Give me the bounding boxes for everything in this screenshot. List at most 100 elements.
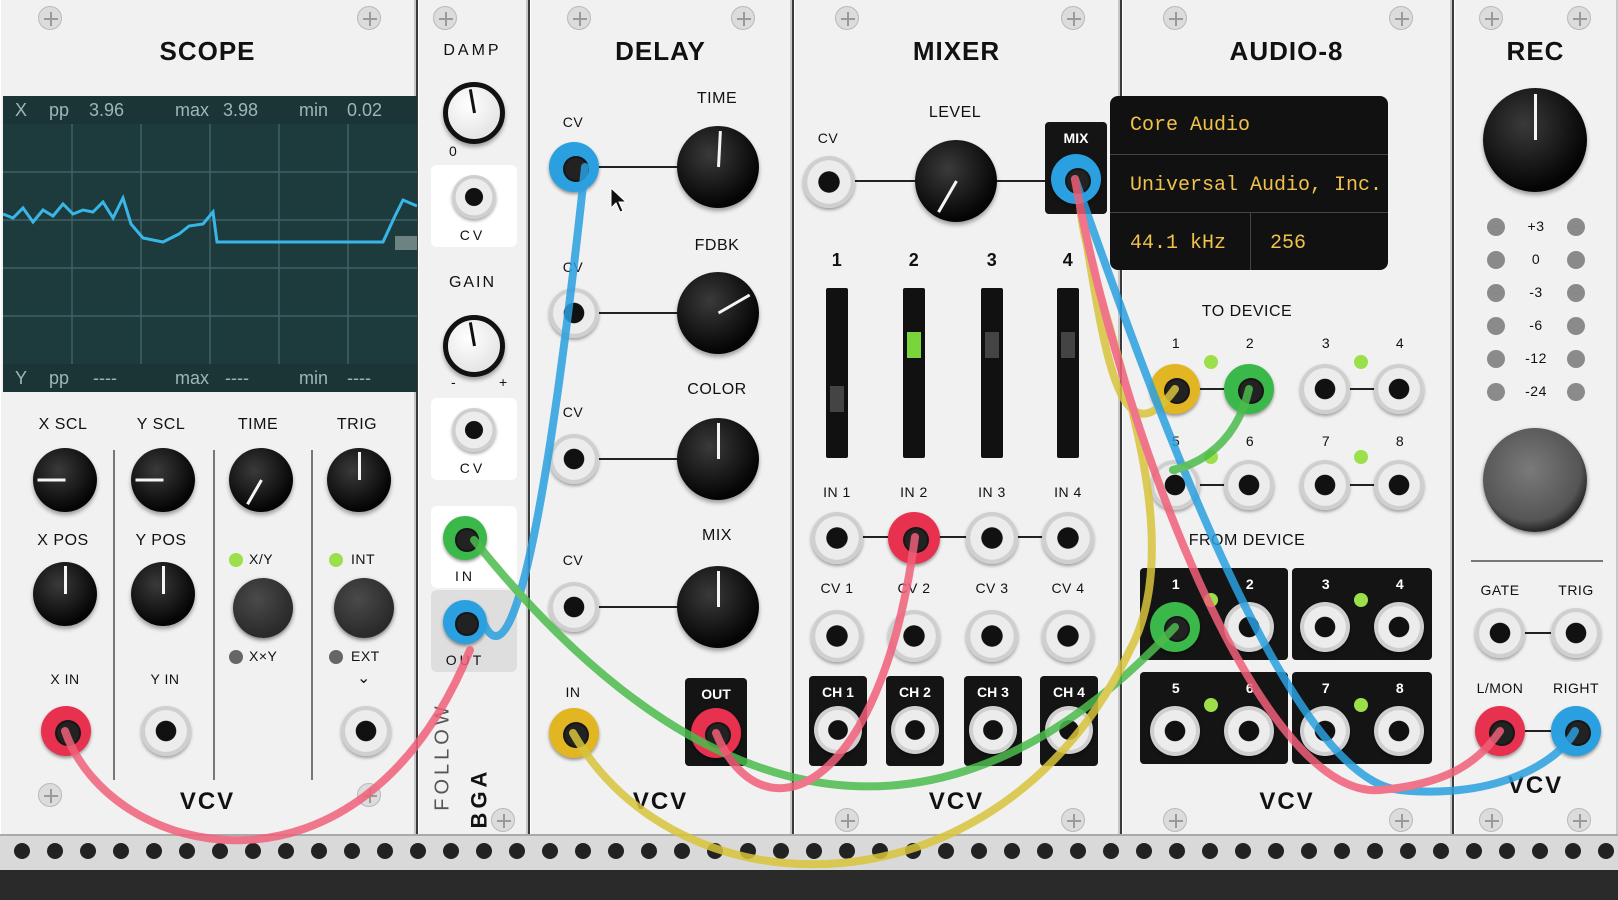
from-device-6-jack[interactable] [1224,706,1274,756]
damp-cv-jack[interactable] [452,175,496,219]
from-device-1-jack[interactable] [1150,602,1200,652]
rail-hole [1136,843,1152,859]
delay-in-jack[interactable] [549,708,599,758]
ch-4-out-jack[interactable] [1045,706,1093,754]
rail-hole [641,843,657,859]
ch-1-out-jack[interactable] [814,706,862,754]
ext-trigger-jack[interactable] [341,706,391,756]
ch-3-out-jack[interactable] [969,706,1017,754]
mix-out-jack[interactable] [1051,154,1101,204]
cv-3-jack[interactable] [966,610,1018,662]
to-device-6-jack[interactable] [1224,460,1274,510]
gate-jack[interactable] [1475,608,1525,658]
in-2-jack[interactable] [888,512,940,564]
screw [1163,6,1187,30]
cv-4-jack[interactable] [1042,610,1094,662]
follow-vendor-label: BGA [466,767,492,829]
rec-level-knob[interactable] [1483,88,1587,192]
rec-trig-label: TRIG [1558,582,1594,598]
time-knob[interactable] [229,448,293,512]
trigger-source-button[interactable] [334,578,394,638]
follow-out-jack[interactable] [443,600,487,644]
mix-knob[interactable] [677,566,759,648]
cv-1-jack[interactable] [811,610,863,662]
channel-4-fader[interactable] [1057,288,1079,458]
scope-display[interactable]: X pp 3.96 max 3.98 min 0.02 Y pp ---- ma… [3,96,417,392]
to-device-3-jack[interactable] [1300,364,1350,414]
level-knob[interactable] [915,140,997,222]
in-3-jack[interactable] [966,512,1018,564]
rec-trig-jack[interactable] [1551,608,1601,658]
to-device-5-jack[interactable] [1150,460,1200,510]
from-port-1-label: 1 [1171,576,1181,592]
connector-line [835,536,1075,538]
from-device-3-jack[interactable] [1300,602,1350,652]
from-device-label: FROM DEVICE [1188,532,1306,549]
to-5-6-led [1204,450,1218,464]
fdbk-cv-jack[interactable] [549,288,599,338]
from-device-7-jack[interactable] [1300,706,1350,756]
from-device-8-jack[interactable] [1374,706,1424,756]
delay-out-jack[interactable] [691,708,741,758]
from-device-4-jack[interactable] [1374,602,1424,652]
gain-cv-jack[interactable] [452,408,496,452]
channel-3-fader[interactable] [981,288,1003,458]
to-device-8-jack[interactable] [1374,460,1424,510]
rail-hole [1202,843,1218,859]
delay-brand-logo: VCV [632,788,689,815]
audio-device-display[interactable]: Core Audio Universal Audio, Inc. 44.1 kH… [1110,96,1388,270]
follow-in-jack[interactable] [443,516,487,560]
gain-knob[interactable] [443,315,505,377]
in-4-jack[interactable] [1042,512,1094,564]
record-button[interactable] [1483,428,1587,532]
time-knob[interactable] [677,126,759,208]
scope-module: SCOPE X pp 3.96 max 3.98 min 0.02 Y pp -… [0,0,417,834]
color-knob[interactable] [677,418,759,500]
mix-cv-jack[interactable] [549,582,599,632]
cv-2-jack[interactable] [888,610,940,662]
channel-2-fader[interactable] [903,288,925,458]
ch-2-out-jack[interactable] [891,706,939,754]
y-pos-knob[interactable] [131,562,195,626]
left-mon-jack[interactable] [1475,706,1525,756]
y-scl-knob[interactable] [131,448,195,512]
to-device-1-jack[interactable] [1150,364,1200,414]
channel-1-fader[interactable] [826,288,848,458]
y-max-value: ---- [225,368,249,388]
right-label: RIGHT [1552,680,1600,696]
trig-knob[interactable] [327,448,391,512]
cv-3-label: CV 3 [975,580,1009,596]
to-device-4-jack[interactable] [1374,364,1424,414]
in-1-jack[interactable] [811,512,863,564]
y-in-jack[interactable] [141,706,191,756]
to-device-2-jack[interactable] [1224,364,1274,414]
rail-hole [1070,843,1086,859]
level-led [1567,251,1585,269]
level-led [1487,284,1505,302]
vcv-rack: SCOPE X pp 3.96 max 3.98 min 0.02 Y pp -… [0,0,1618,900]
time-cv-jack[interactable] [549,142,599,192]
x-in-jack[interactable] [41,706,91,756]
to-device-7-jack[interactable] [1300,460,1350,510]
cv-4-label: CV 4 [1051,580,1085,596]
color-cv-jack[interactable] [549,434,599,484]
right-jack[interactable] [1551,706,1601,756]
xy-mode-led [229,553,243,567]
mixer-cv-jack[interactable] [803,156,855,208]
audio-driver[interactable]: Core Audio [1130,114,1250,137]
xy-mode-button[interactable] [233,578,293,638]
x-pos-knob[interactable] [33,562,97,626]
x-scl-knob[interactable] [33,448,97,512]
from-device-5-jack[interactable] [1150,706,1200,756]
rail-hole [377,843,393,859]
block-size[interactable]: 256 [1270,232,1306,255]
screw [1479,6,1503,30]
audio-device[interactable]: Universal Audio, Inc. [1130,174,1382,197]
from-device-2-jack[interactable] [1224,602,1274,652]
rail-hole [1037,843,1053,859]
fdbk-knob[interactable] [677,272,759,354]
ch-3-label: CH 3 [977,684,1009,700]
sample-rate[interactable]: 44.1 kHz [1130,232,1226,255]
rail-hole [1235,843,1251,859]
damp-knob[interactable] [443,82,505,144]
